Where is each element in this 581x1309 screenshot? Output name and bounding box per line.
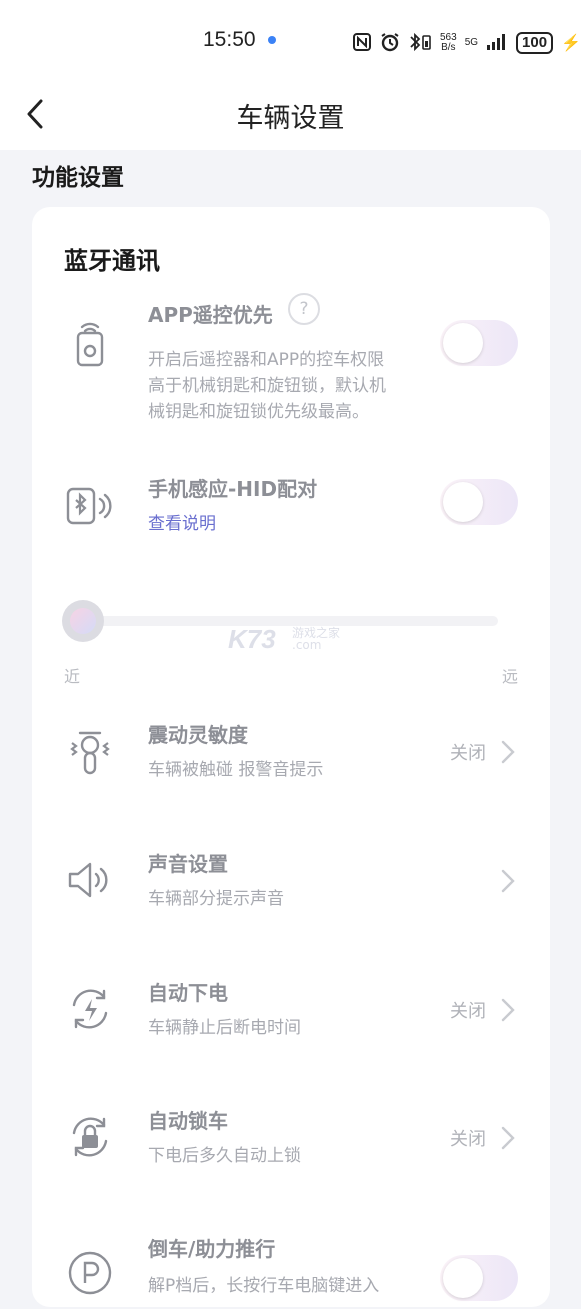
vibration-desc: 车辆被触碰 报警音提示 [148,760,324,780]
sound-desc: 车辆部分提示声音 [148,889,284,909]
status-bar: 15:50 563 B/s 5G 100 ⚡ [0,0,581,80]
status-icons: 563 B/s 5G 100 ⚡ [352,30,581,56]
auto-lock-label: 自动锁车 [148,1109,228,1133]
chevron-right-icon [500,868,516,894]
charging-icon: ⚡ [561,35,581,52]
phone-bluetooth-icon [62,477,118,533]
auto-power-off-row[interactable]: 自动下电 车辆静止后断电时间 关闭 [32,973,550,1053]
speaker-icon [62,852,118,908]
card-title: 蓝牙通讯 [64,247,160,275]
toggle-knob [443,482,483,522]
settings-card: 蓝牙通讯 APP遥控优先 ? 开启后遥控器和APP的控车权限 高于机械钥匙和旋钮… [32,207,550,1307]
scooter-vibration-icon [62,723,118,779]
notification-dot-icon [268,36,276,44]
net-speed-unit: B/s [441,42,456,53]
bluetooth-battery-icon [408,32,432,55]
net-type-label: 5G [464,37,479,48]
app-remote-label: APP遥控优先 [148,303,273,327]
power-cycle-icon [62,981,118,1037]
net-speed: 563 B/s [440,33,457,53]
app-remote-desc-line1: 开启后遥控器和APP的控车权限 [148,350,385,370]
auto-lock-desc: 下电后多久自动上锁 [148,1146,301,1166]
app-remote-toggle[interactable] [440,320,518,366]
vibration-label: 震动灵敏度 [148,723,248,747]
slider-thumb-inner [70,608,96,634]
status-time: 15:50 [203,28,256,51]
alarm-icon [380,32,400,55]
slider-min-label: 近 [64,667,81,686]
hid-pairing-label: 手机感应-HID配对 [148,477,318,501]
vibration-sensitivity-row[interactable]: 震动灵敏度 车辆被触碰 报警音提示 关闭 [32,715,550,795]
lock-cycle-icon [62,1109,118,1165]
net-type: 5G [465,38,478,48]
hid-pairing-toggle[interactable] [440,479,518,525]
section-title: 功能设置 [32,165,124,191]
toggle-knob [443,323,483,363]
app-remote-priority-row: APP遥控优先 ? 开启后遥控器和APP的控车权限 高于机械钥匙和旋钮锁，默认机… [32,293,550,425]
watermark-logo: K73 游戏之家 .com [228,622,358,658]
help-icon[interactable]: ? [288,293,320,325]
hid-pairing-row: 手机感应-HID配对 查看说明 [32,471,550,551]
chevron-right-icon [500,997,516,1023]
slider-max-label: 远 [501,667,518,686]
auto-power-off-value: 关闭 [450,1001,486,1022]
watermark-domain: .com [292,638,322,652]
remote-control-icon [62,315,118,371]
reverse-assist-row: 倒车/助力推行 解P档后，长按行车电脑键进入 [32,1229,550,1309]
chevron-right-icon [500,739,516,765]
app-remote-desc-line3: 械钥匙和旋钮锁优先级最高。 [148,402,369,422]
nav-bar: 车辆设置 [0,80,581,150]
auto-power-off-desc: 车辆静止后断电时间 [148,1018,301,1038]
vibration-value: 关闭 [450,743,486,764]
chevron-right-icon [500,1125,516,1151]
reverse-assist-desc: 解P档后，长按行车电脑键进入 [148,1276,380,1296]
range-slider-thumb[interactable] [62,600,104,642]
toggle-knob [443,1258,483,1298]
page-title: 车辆设置 [236,103,345,134]
battery-level: 100 [516,32,554,54]
signal-icon [486,33,508,54]
sound-label: 声音设置 [148,852,228,876]
app-remote-desc-line2: 高于机械钥匙和旋钮锁，默认机 [148,376,386,396]
app-remote-desc: 开启后遥控器和APP的控车权限 高于机械钥匙和旋钮锁，默认机 械钥匙和旋钮锁优先… [148,347,386,425]
auto-power-off-label: 自动下电 [148,981,228,1005]
sound-settings-row[interactable]: 声音设置 车辆部分提示声音 [32,844,550,924]
reverse-assist-label: 倒车/助力推行 [148,1237,276,1261]
parking-icon [62,1245,118,1301]
watermark-brand: K73 [228,624,276,654]
nfc-icon [352,32,372,55]
auto-lock-row[interactable]: 自动锁车 下电后多久自动上锁 关闭 [32,1101,550,1181]
view-instructions-link[interactable]: 查看说明 [148,509,216,534]
reverse-assist-toggle[interactable] [440,1255,518,1301]
auto-lock-value: 关闭 [450,1129,486,1150]
